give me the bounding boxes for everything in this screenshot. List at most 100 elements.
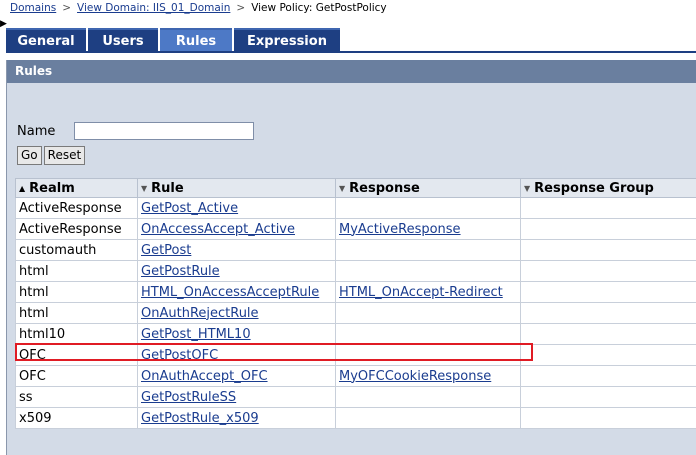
tab-underline — [6, 51, 696, 53]
rule-link[interactable]: OnAuthAccept_OFC — [141, 369, 268, 384]
table-row: customauth GetPost — [15, 239, 696, 261]
name-label: Name — [17, 124, 56, 139]
rule-cell: GetPostOFC — [137, 344, 336, 366]
table-row: html GetPostRule — [15, 260, 696, 282]
breadcrumb-current: View Policy: GetPostPolicy — [251, 2, 387, 14]
response-cell: HTML_OnAccept-Redirect — [335, 281, 521, 303]
column-header-label: Rule — [151, 180, 184, 196]
response-cell — [335, 197, 521, 219]
table-row: ActiveResponse GetPost_Active — [15, 197, 696, 219]
response-cell — [335, 323, 521, 345]
rule-link[interactable]: GetPostRuleSS — [141, 390, 236, 405]
rule-link[interactable]: GetPostOFC — [141, 348, 218, 363]
rule-cell: GetPost — [137, 239, 336, 261]
response-cell — [335, 239, 521, 261]
response-cell — [335, 302, 521, 324]
realm-cell: ActiveResponse — [15, 197, 138, 219]
rules-panel: Rules Name Go Reset ▲ Realm ▼ Rule ▼ Respons… — [6, 60, 696, 455]
response-link[interactable]: HTML_OnAccept-Redirect — [339, 285, 503, 300]
table-row: ss GetPostRuleSS — [15, 386, 696, 408]
response-link[interactable]: MyActiveResponse — [339, 222, 461, 237]
realm-cell: html — [15, 260, 138, 282]
rule-link[interactable]: GetPost_Active — [141, 201, 238, 216]
rule-link[interactable]: GetPostRule_x509 — [141, 411, 259, 426]
tab-users[interactable]: Users — [88, 28, 158, 52]
table-row: html OnAuthRejectRule — [15, 302, 696, 324]
response-cell: MyActiveResponse — [335, 218, 521, 240]
rule-link[interactable]: GetPost — [141, 243, 191, 258]
response-group-cell — [520, 365, 696, 387]
table-row: html10 GetPost_HTML10 — [15, 323, 696, 345]
breadcrumb-separator: > — [236, 2, 246, 14]
rule-cell: GetPostRule — [137, 260, 336, 282]
realm-cell: OFC — [15, 344, 138, 366]
rule-cell: GetPostRuleSS — [137, 386, 336, 408]
tab-bar: General Users Rules Expression — [6, 28, 342, 52]
rule-link[interactable]: GetPost_HTML10 — [141, 327, 251, 342]
response-group-cell — [520, 260, 696, 282]
sort-descending-icon: ▼ — [339, 183, 346, 193]
breadcrumb-separator: > — [62, 2, 72, 14]
tab-rules[interactable]: Rules — [160, 28, 232, 52]
table-row: ActiveResponse OnAccessAccept_Active MyA… — [15, 218, 696, 240]
rules-table: ▲ Realm ▼ Rule ▼ Response ▼ Response Group A… — [15, 178, 696, 429]
breadcrumb: Domains > View Domain: IIS_01_Domain > View … — [10, 2, 387, 14]
column-header-label: Response — [349, 180, 420, 196]
rule-cell: HTML_OnAccessAcceptRule — [137, 281, 336, 303]
rule-link[interactable]: OnAuthRejectRule — [141, 306, 259, 321]
realm-cell: html — [15, 281, 138, 303]
column-header-rule[interactable]: ▼ Rule — [137, 178, 336, 198]
response-group-cell — [520, 197, 696, 219]
column-header-label: Realm — [29, 180, 75, 196]
response-cell — [335, 386, 521, 408]
sort-ascending-icon: ▲ — [19, 183, 26, 193]
realm-cell: ss — [15, 386, 138, 408]
rule-link[interactable]: HTML_OnAccessAcceptRule — [141, 285, 319, 300]
filter-buttons: Go Reset — [17, 144, 87, 165]
rule-cell: GetPostRule_x509 — [137, 407, 336, 429]
realm-cell: html10 — [15, 323, 138, 345]
response-cell: MyOFCCookieResponse — [335, 365, 521, 387]
response-group-cell — [520, 386, 696, 408]
response-group-cell — [520, 281, 696, 303]
table-header-row: ▲ Realm ▼ Rule ▼ Response ▼ Response Group — [15, 178, 696, 198]
response-cell — [335, 260, 521, 282]
rule-link[interactable]: GetPostRule — [141, 264, 220, 279]
sort-descending-icon: ▼ — [141, 183, 148, 193]
response-group-cell — [520, 323, 696, 345]
panel-title: Rules — [7, 60, 696, 83]
response-group-cell — [520, 218, 696, 240]
rule-cell: GetPost_Active — [137, 197, 336, 219]
sort-descending-icon: ▼ — [524, 183, 531, 193]
response-cell — [335, 407, 521, 429]
table-row: OFC OnAuthAccept_OFC MyOFCCookieResponse — [15, 365, 696, 387]
response-group-cell — [520, 407, 696, 429]
response-group-cell — [520, 239, 696, 261]
response-group-cell — [520, 344, 696, 366]
realm-cell: OFC — [15, 365, 138, 387]
rule-cell: OnAuthAccept_OFC — [137, 365, 336, 387]
reset-button[interactable]: Reset — [43, 145, 86, 165]
column-header-response-group[interactable]: ▼ Response Group — [520, 178, 696, 198]
realm-cell: customauth — [15, 239, 138, 261]
breadcrumb-domains-link[interactable]: Domains — [10, 2, 56, 14]
response-group-cell — [520, 302, 696, 324]
rule-link[interactable]: OnAccessAccept_Active — [141, 222, 295, 237]
column-header-label: Response Group — [534, 180, 654, 196]
tab-general[interactable]: General — [6, 28, 86, 52]
tab-expression[interactable]: Expression — [234, 28, 340, 52]
response-link[interactable]: MyOFCCookieResponse — [339, 369, 491, 384]
realm-cell: ActiveResponse — [15, 218, 138, 240]
table-row: OFC GetPostOFC — [15, 344, 696, 366]
rule-cell: OnAccessAccept_Active — [137, 218, 336, 240]
column-header-response[interactable]: ▼ Response — [335, 178, 521, 198]
name-filter-input[interactable] — [74, 122, 254, 140]
breadcrumb-view-domain-link[interactable]: View Domain: IIS_01_Domain — [77, 2, 230, 14]
realm-cell: x509 — [15, 407, 138, 429]
rule-cell: OnAuthRejectRule — [137, 302, 336, 324]
rule-cell: GetPost_HTML10 — [137, 323, 336, 345]
column-header-realm[interactable]: ▲ Realm — [15, 178, 138, 198]
table-row: x509 GetPostRule_x509 — [15, 407, 696, 429]
go-button[interactable]: Go — [17, 145, 42, 165]
realm-cell: html — [15, 302, 138, 324]
